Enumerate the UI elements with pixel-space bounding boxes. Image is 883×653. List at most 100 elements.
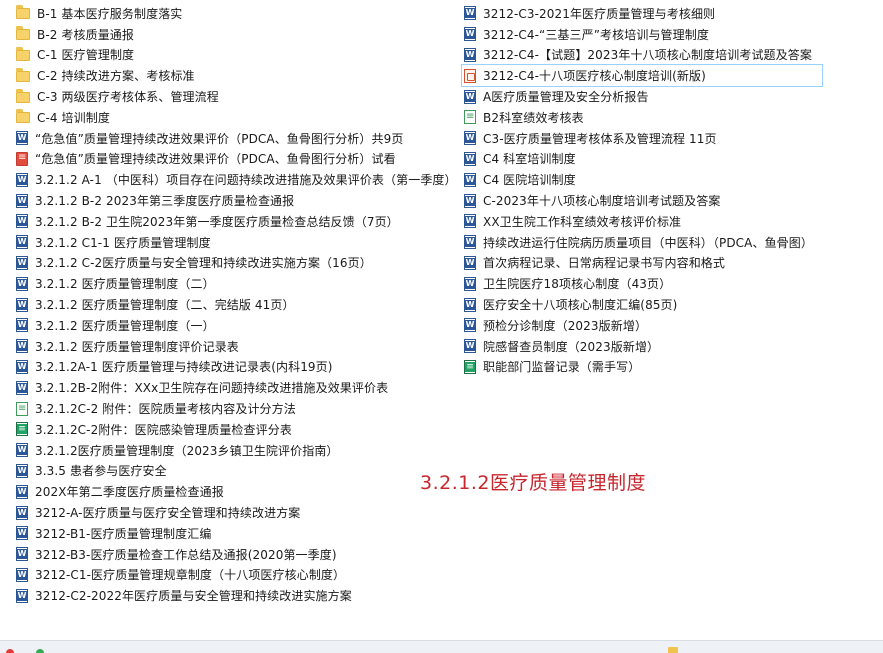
folder-icon [16,88,30,103]
file-item-label: B-1 基本医疗服务制度落实 [37,6,183,21]
file-item[interactable]: 卫生院医疗18项核心制度（43页） [462,273,880,294]
file-item[interactable]: XX卫生院工作科室绩效考核评价标准 [462,211,880,232]
file-item[interactable]: 3.2.1.2 A-1 （中医科）项目存在问题持续改进措施及效果评价表（第一季度… [14,169,454,190]
file-item[interactable]: 3.2.1.2 医疗质量管理制度（二、完结版 41页） [14,294,454,315]
file-item[interactable]: 3.2.1.2 C-2医疗质量与安全管理和持续改进实施方案（16页） [14,253,454,274]
file-item[interactable]: B-2 考核质量通报 [14,24,454,45]
file-item[interactable]: C-2023年十八项核心制度培训考试题及答案 [462,190,880,211]
file-item-label: A医疗质量管理及安全分析报告 [483,90,649,105]
file-item[interactable]: 3212-C3-2021年医疗质量管理与考核细则 [462,3,880,24]
taskbar-start-icon[interactable] [6,649,14,653]
word-doc-icon [16,276,28,291]
file-item[interactable]: 3.2.1.2 B-2 卫生院2023年第一季度医疗质量检查总结反馈（7页） [14,211,454,232]
file-item[interactable]: 3212-C1-医疗质量管理规章制度（十八项医疗核心制度） [14,565,454,586]
file-item[interactable]: 职能部门监督记录（需手写） [462,357,880,378]
file-item-label: 3.2.1.2 C-2医疗质量与安全管理和持续改进实施方案（16页） [35,256,372,271]
file-item[interactable]: 3212-C4-“三基三严”考核培训与管理制度 [462,24,880,45]
file-item[interactable]: 3.2.1.2 医疗质量管理制度（一） [14,315,454,336]
file-item-label: 3212-C1-医疗质量管理规章制度（十八项医疗核心制度） [35,568,346,583]
file-item-label: 3212-C4-“三基三严”考核培训与管理制度 [483,27,709,42]
file-item[interactable]: 3212-B3-医疗质量检查工作总结及通报(2020第一季度) [14,544,454,565]
file-list-right: 3212-C3-2021年医疗质量管理与考核细则 3212-C4-“三基三严”考核… [461,3,880,378]
word-doc-icon [16,526,28,541]
file-item-label: 3.2.1.2医疗质量管理制度（2023乡镇卫生院评价指南） [35,443,339,458]
file-item[interactable]: C3-医疗质量管理考核体系及管理流程 11页 [462,128,880,149]
taskbar [0,640,883,653]
word-doc-icon [16,359,28,374]
file-item[interactable]: 医疗安全十八项核心制度汇编(85页) [462,294,880,315]
file-item[interactable]: C-2 持续改进方案、考核标准 [14,65,454,86]
folder-icon [16,26,30,41]
file-item-label: 首次病程记录、日常病程记录书写内容和格式 [483,256,726,271]
word-doc-icon [16,318,28,333]
file-item[interactable]: 3212-C4-十八项医疗核心制度培训(新版) [461,64,823,88]
file-item[interactable]: B2科室绩效考核表 [462,107,880,128]
file-item[interactable]: 3.2.1.2C-2附件：医院感染管理质量检查评分表 [14,419,454,440]
presentation-icon [464,68,476,83]
file-item[interactable]: 3.2.1.2医疗质量管理制度（2023乡镇卫生院评价指南） [14,440,454,461]
taskbar-folder-icon[interactable] [668,647,678,653]
file-item[interactable]: “危急值”质量管理持续改进效果评价（PDCA、鱼骨图行分析）共9页 [14,128,454,149]
word-doc-icon [464,6,476,21]
file-item-label: 3.2.1.2 B-2 卫生院2023年第一季度医疗质量检查总结反馈（7页） [35,214,399,229]
word-doc-icon [16,255,28,270]
file-item-label: 3.3.5 患者参与医疗安全 [35,464,167,479]
file-item[interactable]: 3212-B1-医疗质量管理制度汇编 [14,523,454,544]
file-item[interactable]: “危急值”质量管理持续改进效果评价（PDCA、鱼骨图行分析）试看 [14,149,454,170]
file-item-label: 3.2.1.2 医疗质量管理制度（二） [35,277,215,292]
file-list-left: B-1 基本医疗服务制度落实 B-2 考核质量通报 C-1 医疗管理制度 C-2 持续… [14,3,454,606]
file-item[interactable]: 首次病程记录、日常病程记录书写内容和格式 [462,253,880,274]
file-item[interactable]: 3212-C2-2022年医疗质量与安全管理和持续改进实施方案 [14,585,454,606]
file-item-label: 卫生院医疗18项核心制度（43页） [483,277,672,292]
word-doc-icon [16,463,28,478]
word-doc-icon [464,151,476,166]
file-item-label: 202X年第二季度医疗质量检查通报 [35,485,224,500]
file-item-label: 3212-C3-2021年医疗质量管理与考核细则 [483,6,716,21]
file-item[interactable]: 院感督查员制度（2023版新增） [462,336,880,357]
file-item[interactable]: 202X年第二季度医疗质量检查通报 [14,481,454,502]
word-doc-icon [16,131,28,146]
file-item[interactable]: 3.2.1.2 医疗质量管理制度评价记录表 [14,336,454,357]
word-doc-icon [464,318,476,333]
file-item[interactable]: 3.2.1.2B-2附件：XXx卫生院存在问题持续改进措施及效果评价表 [14,377,454,398]
file-item-label: 3212-A-医疗质量与医疗安全管理和持续改进方案 [35,506,301,521]
file-item[interactable]: 3.2.1.2C-2 附件：医院质量考核内容及计分方法 [14,398,454,419]
word-doc-icon [464,235,476,250]
file-item-label: 3.2.1.2C-2附件：医院感染管理质量检查评分表 [35,422,292,437]
file-item[interactable]: 3212-A-医疗质量与医疗安全管理和持续改进方案 [14,502,454,523]
word-doc-icon [16,547,28,562]
file-item-label: 职能部门监督记录（需手写） [483,360,641,375]
file-item[interactable]: C-1 医疗管理制度 [14,45,454,66]
file-item[interactable]: 持续改进运行住院病历质量项目（中医科）（PDCA、鱼骨图） [462,232,880,253]
file-item-label: 3212-C4-【试题】2023年十八项核心制度培训考试题及答案 [483,48,812,63]
file-item[interactable]: 3212-C4-【试题】2023年十八项核心制度培训考试题及答案 [462,45,880,66]
taskbar-app-icon[interactable] [36,649,44,653]
file-item[interactable]: 3.2.1.2A-1 医疗质量管理与持续改进记录表(内科19页) [14,357,454,378]
file-item-label: 3.2.1.2 医疗质量管理制度（二、完结版 41页） [35,298,295,313]
word-doc-icon [16,172,28,187]
word-doc-icon [16,567,28,582]
folder-icon [16,67,30,82]
file-item[interactable]: C4 医院培训制度 [462,169,880,190]
word-doc-icon [16,443,28,458]
file-item-label: 3212-B3-医疗质量检查工作总结及通报(2020第一季度) [35,547,337,562]
file-item[interactable]: A医疗质量管理及安全分析报告 [462,86,880,107]
word-doc-icon [464,276,476,291]
word-doc-icon [464,131,476,146]
file-item[interactable]: C-4 培训制度 [14,107,454,128]
file-item[interactable]: 预检分诊制度（2023版新增） [462,315,880,336]
file-item[interactable]: 3.2.1.2 B-2 2023年第三季度医疗质量检查通报 [14,190,454,211]
word-doc-icon [464,172,476,187]
file-item[interactable]: C-3 两级医疗考核体系、管理流程 [14,86,454,107]
file-item[interactable]: 3.2.1.2 C1-1 医疗质量管理制度 [14,232,454,253]
file-item[interactable]: C4 科室培训制度 [462,149,880,170]
file-item-label: 3.2.1.2A-1 医疗质量管理与持续改进记录表(内科19页) [35,360,333,375]
file-item-label: 3.2.1.2C-2 附件：医院质量考核内容及计分方法 [35,402,296,417]
file-item[interactable]: 3.3.5 患者参与医疗安全 [14,461,454,482]
file-item-label: 3.2.1.2 A-1 （中医科）项目存在问题持续改进措施及效果评价表（第一季度… [35,173,454,188]
folder-icon [16,46,30,61]
file-item[interactable]: 3.2.1.2 医疗质量管理制度（二） [14,273,454,294]
file-item-label: C3-医疗质量管理考核体系及管理流程 11页 [483,131,717,146]
file-item-label: C4 科室培训制度 [483,152,576,167]
file-item[interactable]: B-1 基本医疗服务制度落实 [14,3,454,24]
